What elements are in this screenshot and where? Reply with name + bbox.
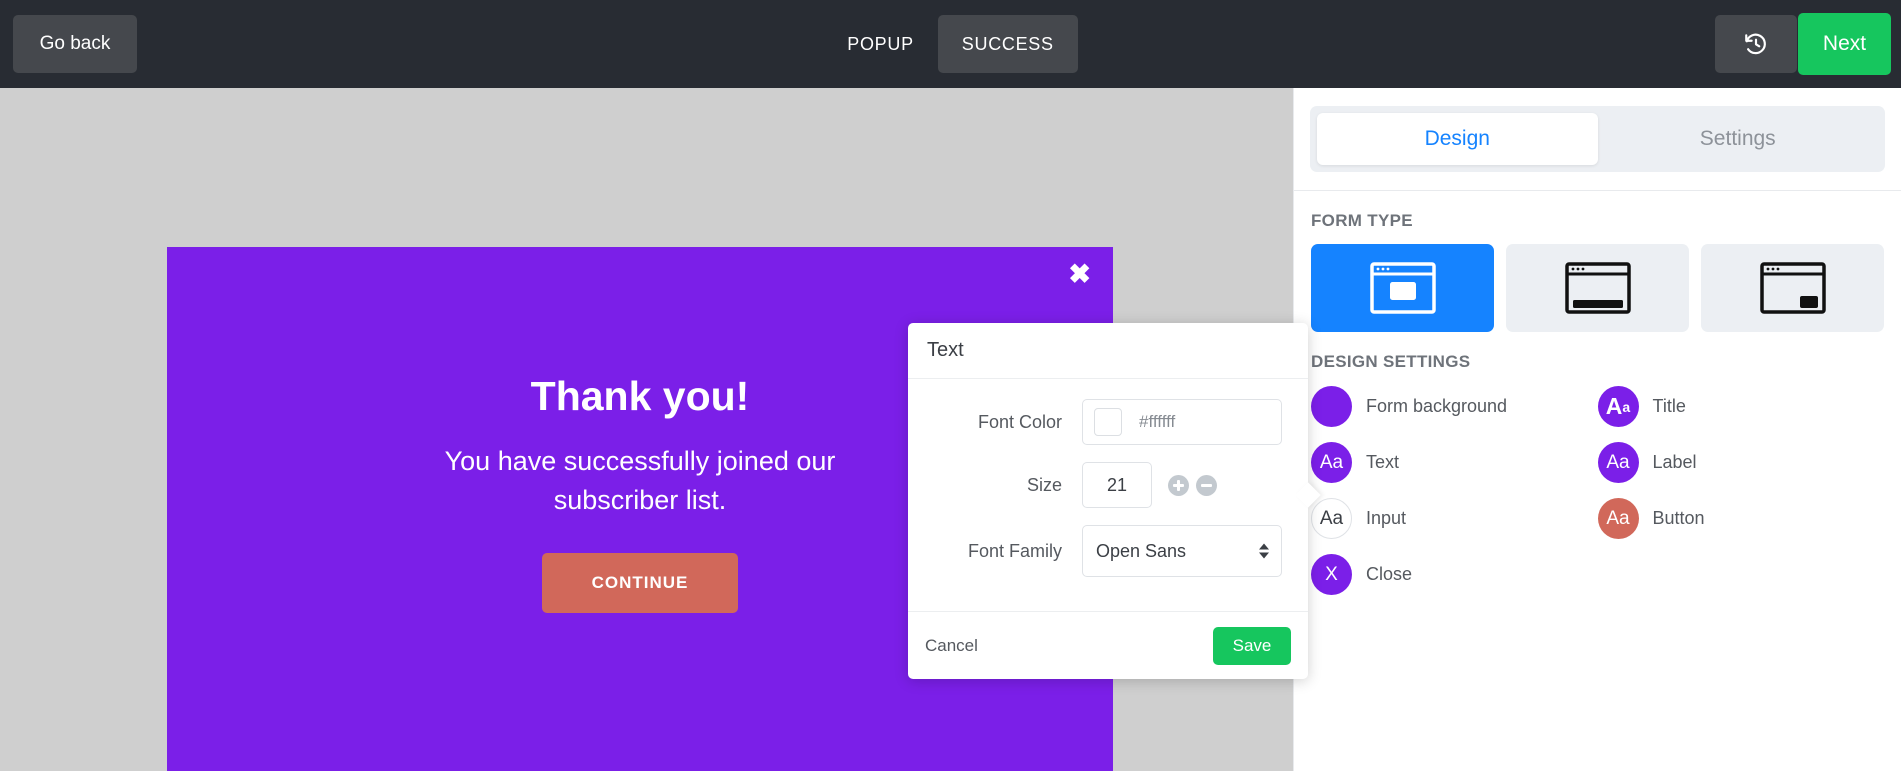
- font-family-selectbox: Open Sans: [1082, 525, 1282, 577]
- form-background-swatch-icon: [1311, 386, 1352, 427]
- font-family-label: Font Family: [967, 540, 1062, 561]
- font-size-input[interactable]: [1082, 462, 1152, 508]
- design-settings-title: DESIGN SETTINGS: [1311, 352, 1471, 371]
- design-settings-section: DESIGN SETTINGS Form background Aa Title…: [1294, 332, 1901, 596]
- popup-layout-icon: [1369, 262, 1436, 314]
- form-type-floating-bar[interactable]: [1506, 244, 1689, 332]
- design-setting-label: Title: [1652, 396, 1686, 416]
- font-family-row: Font Family Open Sans: [928, 525, 1288, 577]
- design-setting-title[interactable]: Aa Title: [1597, 385, 1885, 428]
- input-typography-icon: Aa: [1311, 498, 1352, 539]
- form-type-section: FORM TYPE: [1294, 191, 1901, 332]
- preview-form-text[interactable]: You have successfully joined our subscri…: [405, 442, 875, 520]
- cancel-button[interactable]: Cancel: [925, 636, 978, 656]
- step-tab-success[interactable]: SUCCESS: [937, 15, 1078, 73]
- form-type-options: [1311, 244, 1884, 332]
- design-setting-label: Label: [1652, 452, 1697, 472]
- font-color-label: Font Color: [977, 411, 1062, 432]
- close-style-icon: X: [1311, 554, 1352, 595]
- font-color-row: Font Color #ffffff: [928, 399, 1288, 445]
- floating-bar-layout-icon: [1564, 262, 1631, 314]
- next-button[interactable]: Next: [1798, 13, 1891, 75]
- right-settings-panel: Design Settings FORM TYPE DESIGN SETTING…: [1293, 88, 1901, 771]
- font-size-increase-button[interactable]: [1168, 474, 1189, 496]
- design-setting-button[interactable]: Aa Button: [1597, 497, 1885, 540]
- design-setting-text[interactable]: Aa Text: [1311, 441, 1598, 484]
- step-tabs: POPUP SUCCESS: [0, 0, 1901, 88]
- form-type-popup[interactable]: [1311, 244, 1494, 332]
- top-toolbar: Go back POPUP SUCCESS Next: [0, 0, 1901, 88]
- title-typography-icon: Aa: [1597, 386, 1639, 427]
- design-setting-input[interactable]: Aa Input: [1311, 497, 1598, 540]
- form-type-title: FORM TYPE: [1311, 211, 1413, 230]
- slide-in-layout-icon: [1759, 262, 1826, 314]
- text-typography-icon: Aa: [1311, 442, 1352, 483]
- history-undo-icon: [1745, 33, 1766, 55]
- dialog-title: Text: [927, 339, 964, 361]
- form-builder-app: Go back POPUP SUCCESS Next ✖ Thank you! …: [0, 0, 1901, 771]
- font-size-steppers: [1168, 474, 1217, 496]
- font-color-input[interactable]: #ffffff: [1082, 399, 1282, 445]
- go-back-button[interactable]: Go back: [13, 15, 137, 73]
- design-settings-grid: Form background Aa Title Aa Text Aa Labe…: [1311, 385, 1884, 596]
- dialog-header: Text: [908, 323, 1308, 379]
- design-setting-label[interactable]: Aa Label: [1597, 441, 1885, 484]
- tab-settings[interactable]: Settings: [1598, 113, 1879, 165]
- tab-design[interactable]: Design: [1317, 113, 1598, 165]
- step-tab-popup[interactable]: POPUP: [823, 15, 938, 73]
- dialog-body: Font Color #ffffff Size Font Family: [908, 379, 1308, 604]
- form-type-slide-in[interactable]: [1701, 244, 1884, 332]
- dialog-footer: Cancel Save: [908, 611, 1308, 679]
- color-swatch-icon[interactable]: [1094, 408, 1122, 436]
- save-button[interactable]: Save: [1213, 626, 1291, 665]
- font-family-select[interactable]: Open Sans: [1082, 525, 1282, 577]
- button-typography-icon: Aa: [1597, 498, 1639, 539]
- design-setting-label: Button: [1652, 508, 1705, 528]
- history-button[interactable]: [1715, 15, 1797, 73]
- design-setting-form-background[interactable]: Form background: [1311, 385, 1598, 428]
- preview-continue-button[interactable]: CONTINUE: [542, 553, 738, 613]
- font-size-row: Size: [928, 462, 1288, 508]
- design-setting-label: Form background: [1366, 396, 1508, 416]
- text-settings-dialog: Text Font Color #ffffff Size Font Famil: [908, 323, 1321, 679]
- preview-close-icon[interactable]: ✖: [1068, 261, 1091, 288]
- font-size-decrease-button[interactable]: [1196, 474, 1217, 496]
- font-color-value: #ffffff: [1139, 412, 1176, 431]
- design-setting-label: Close: [1366, 564, 1413, 584]
- panel-tab-switch: Design Settings: [1310, 106, 1885, 172]
- design-setting-close[interactable]: X Close: [1311, 553, 1598, 596]
- design-setting-label: Input: [1366, 508, 1407, 528]
- font-size-label: Size: [1026, 474, 1062, 495]
- label-typography-icon: Aa: [1597, 442, 1639, 483]
- design-setting-label: Text: [1366, 452, 1400, 472]
